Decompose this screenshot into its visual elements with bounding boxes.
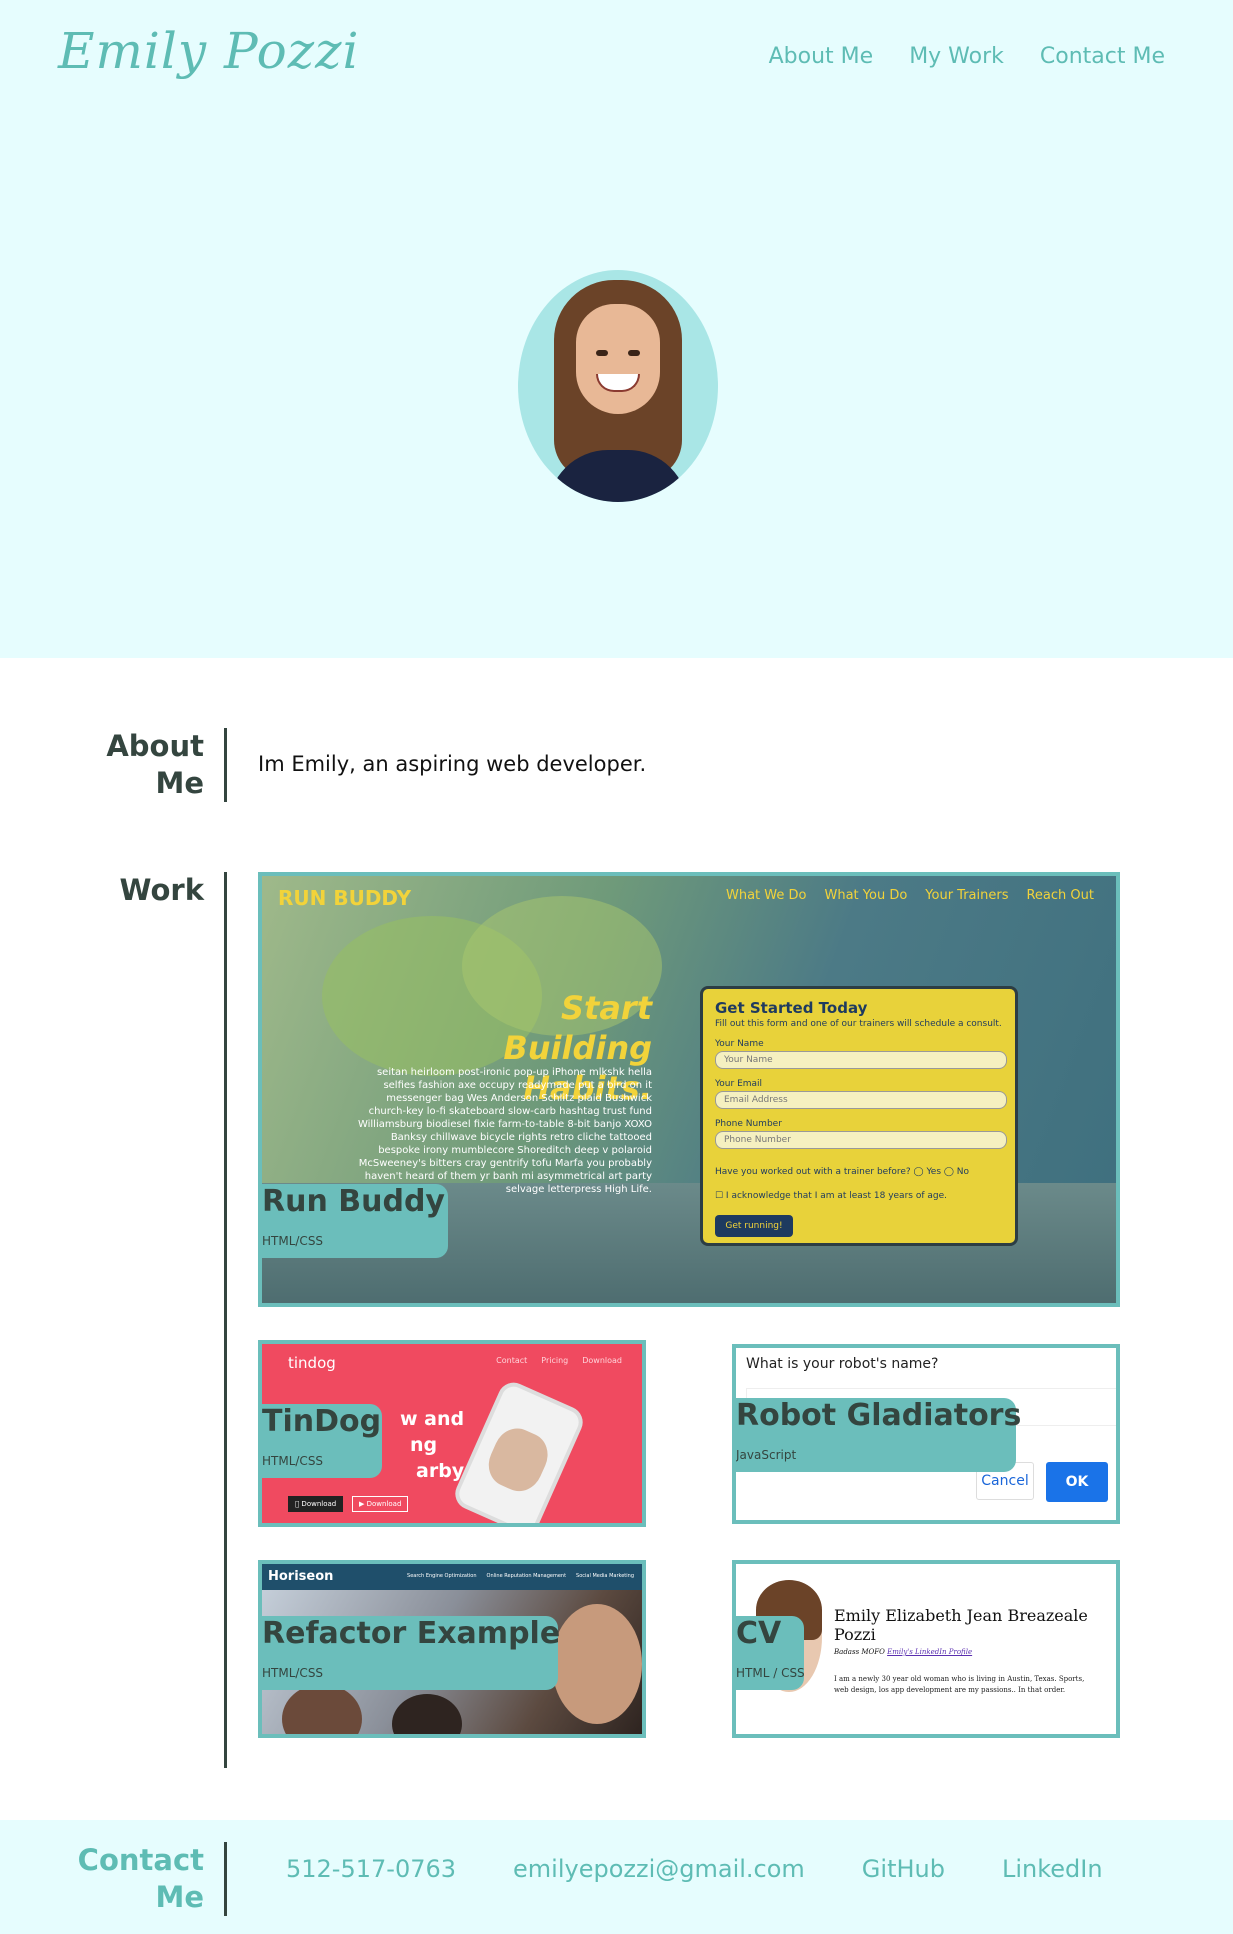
dog-image [481,1421,556,1499]
tindog-nav-item: Contact [496,1356,528,1365]
robot-ok-button: OK [1046,1462,1108,1502]
run-buddy-submit: Get running! [715,1215,793,1237]
project-overlay: Robot Gladiators JavaScript [736,1398,1021,1472]
run-buddy-nav: What We Do What You Do Your Trainers Rea… [726,888,1094,903]
about-heading-line2: Me [155,766,204,800]
run-buddy-question: Have you worked out with a trainer befor… [715,1167,970,1177]
cv-subtitle: Badass MOFO Emily's LinkedIn Profile [834,1648,972,1656]
run-buddy-name-field: Your Name [715,1051,1007,1069]
profile-face [576,304,660,414]
work-heading: Work [119,873,204,907]
hero-section: Emily Pozzi About Me My Work Contact Me [0,0,1233,658]
run-buddy-email-field: Email Address [715,1091,1007,1109]
profile-eye [596,350,608,356]
project-card-robot-gladiators[interactable]: What is your robot's name? Cancel OK Rob… [732,1344,1120,1524]
nav-my-work[interactable]: My Work [909,44,1004,69]
about-text: Im Emily, an aspiring web developer. [258,752,647,776]
contact-heading-line1: Contact [77,1843,204,1877]
contact-email-link[interactable]: emilyepozzi@gmail.com [513,1855,805,1883]
project-title: CV [736,1616,782,1651]
run-buddy-name-label: Your Name [715,1039,764,1049]
run-buddy-checkbox: ☐ I acknowledge that I am at least 18 ye… [715,1191,947,1201]
run-buddy-form-subtitle: Fill out this form and one of our traine… [715,1019,1002,1029]
tindog-download-play: ▶ Download [352,1496,409,1512]
project-overlay: CV HTML / CSS [736,1616,805,1690]
project-overlay: Run Buddy HTML/CSS [262,1184,448,1258]
horiseon-nav: Search Engine Optimization Online Reputa… [407,1573,634,1579]
main-nav: About Me My Work Contact Me [769,44,1165,69]
about-heading-line1: About [106,729,204,763]
horiseon-nav-item: Online Reputation Management [486,1573,567,1579]
horiseon-nav-item: Search Engine Optimization [407,1573,477,1579]
project-tag: HTML/CSS [262,1234,324,1248]
project-title: Robot Gladiators [736,1398,1022,1433]
profile-photo [518,270,718,502]
contact-links: 512-517-0763 emilyepozzi@gmail.com GitHu… [286,1855,1103,1883]
project-card-run-buddy[interactable]: RUN BUDDY What We Do What You Do Your Tr… [258,872,1120,1307]
run-buddy-nav-item: Reach Out [1026,888,1094,903]
project-tag: HTML/CSS [262,1454,324,1468]
project-tag: HTML/CSS [262,1666,324,1680]
run-buddy-logo: RUN BUDDY [278,886,412,910]
project-card-tindog[interactable]: tindog Contact Pricing Download w and ng… [258,1340,646,1527]
project-tag: JavaScript [736,1448,797,1462]
contact-heading-line2: Me [155,1880,204,1914]
project-card-cv[interactable]: Emily Elizabeth Jean Breazeale Pozzi Bad… [732,1560,1120,1738]
tindog-download-apple:  Download [288,1496,344,1512]
cv-linkedin-link: Emily's LinkedIn Profile [887,1648,973,1656]
project-overlay: TinDog HTML/CSS [262,1404,382,1478]
run-buddy-phone-field: Phone Number [715,1131,1007,1149]
contact-github-link[interactable]: GitHub [862,1855,945,1883]
nav-contact-me[interactable]: Contact Me [1040,44,1165,69]
project-title: Refactor Example [262,1616,561,1651]
run-buddy-form: Get Started Today Fill out this form and… [700,986,1018,1246]
horiseon-header: Horiseon Search Engine Optimization Onli… [262,1564,642,1590]
nav-about-me[interactable]: About Me [769,44,874,69]
cv-name: Emily Elizabeth Jean Breazeale Pozzi [834,1606,1088,1644]
contact-phone-link[interactable]: 512-517-0763 [286,1855,456,1883]
robot-prompt: What is your robot's name? [746,1356,939,1372]
run-buddy-nav-item: Your Trainers [925,888,1009,903]
profile-eye [628,350,640,356]
tindog-nav: Contact Pricing Download [496,1356,622,1365]
work-divider [224,872,227,1768]
contact-heading: Contact Me [44,1842,204,1916]
brand-logo[interactable]: Emily Pozzi [58,22,359,80]
project-title: TinDog [262,1404,382,1439]
about-heading: About Me [44,728,204,802]
horiseon-person [552,1604,642,1724]
run-buddy-form-title: Get Started Today [715,999,868,1017]
project-overlay: Refactor Example HTML/CSS [262,1616,561,1690]
project-tag: HTML / CSS [736,1666,805,1680]
tindog-nav-item: Pricing [541,1356,569,1365]
cv-subtitle-prefix: Badass MOFO [834,1648,888,1656]
contact-divider [224,1842,227,1916]
run-buddy-phone-label: Phone Number [715,1119,782,1129]
project-card-refactor-example[interactable]: Horiseon Search Engine Optimization Onli… [258,1560,646,1738]
run-buddy-paragraph: seitan heirloom post-ironic pop-up iPhon… [357,1067,652,1195]
about-divider [224,728,227,802]
run-buddy-nav-item: What We Do [726,888,807,903]
horiseon-nav-item: Social Media Marketing [576,1573,634,1579]
run-buddy-headline-1: Start Building [503,989,652,1067]
project-title: Run Buddy [262,1184,445,1219]
tindog-logo: tindog [288,1354,336,1372]
cv-body: I am a newly 30 year old woman who is li… [834,1675,1085,1694]
run-buddy-email-label: Your Email [715,1079,763,1089]
horiseon-logo: Horiseon [268,1569,334,1584]
contact-linkedin-link[interactable]: LinkedIn [1002,1855,1103,1883]
run-buddy-nav-item: What You Do [824,888,908,903]
tindog-nav-item: Download [582,1356,622,1365]
